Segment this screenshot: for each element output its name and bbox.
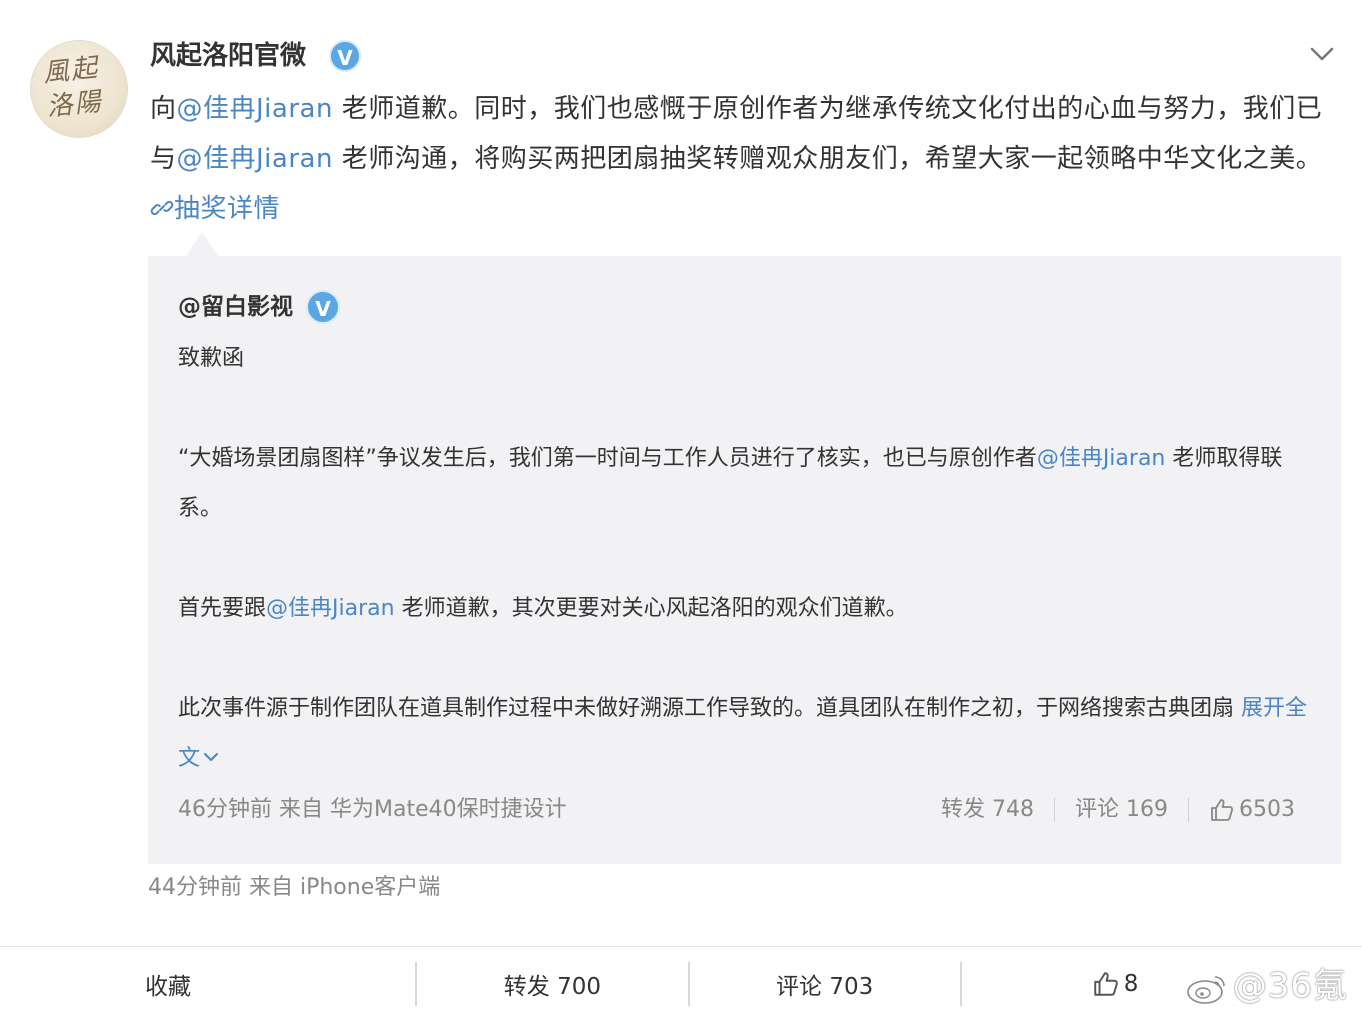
quoted-text: “大婚场景团扇图样”争议发生后，我们第一时间与工作人员进行了核实，也已与原创作者: [178, 446, 1037, 471]
watermark-text: @36氪: [1232, 966, 1348, 1006]
quoted-text: 此次事件源于制作团队在道具制作过程中未做好溯源工作导致的。道具团队在制作之初，于…: [178, 696, 1241, 721]
divider: [1188, 798, 1189, 822]
post-text-part3: 老师沟通，将购买两把团扇抽奖转赠观众朋友们，希望大家一起领略中华文化之美。: [332, 144, 1323, 174]
mention-link[interactable]: @佳冉Jiaran: [1037, 446, 1166, 471]
weibo-logo-icon: [1186, 975, 1225, 1004]
mention-link[interactable]: @佳冉Jiaran: [177, 94, 333, 124]
repost-button[interactable]: 转发 700: [417, 947, 687, 1020]
repost-label: 转发 700: [503, 973, 601, 1000]
quoted-meta: 46分钟前 来自 华为Mate40保时捷设计: [178, 797, 567, 822]
comment-label: 评论 703: [776, 973, 874, 1000]
link-icon: [150, 200, 174, 216]
favorite-button[interactable]: 收藏: [0, 947, 415, 1020]
thumbs-up-icon: [1211, 799, 1234, 821]
quoted-comment-button[interactable]: 评论 169: [1075, 790, 1168, 830]
mention-link[interactable]: @佳冉Jiaran: [266, 596, 395, 621]
post-meta: 44分钟前 来自 iPhone客户端: [148, 875, 441, 900]
quoted-text: 老师道歉，其次更要对关心风起洛阳的观众们道歉。: [394, 596, 908, 621]
author-name[interactable]: 风起洛阳官微: [150, 38, 306, 74]
post-text-part1: 向: [150, 94, 177, 124]
like-count: 8: [1123, 970, 1139, 997]
bottom-action-bar: 收藏 转发 700 评论 703 8: [0, 947, 1362, 1020]
favorite-label: 收藏: [145, 973, 191, 1000]
lottery-link-label[interactable]: 抽奖详情: [174, 194, 280, 224]
quoted-author[interactable]: @留白影视: [178, 290, 293, 324]
quoted-paragraph: 首先要跟@佳冉Jiaran 老师道歉，其次更要对关心风起洛阳的观众们道歉。: [178, 584, 1313, 634]
quote-pointer: [186, 232, 218, 256]
quoted-like-button[interactable]: 6503: [1209, 790, 1295, 830]
quoted-body: 致歉函 “大婚场景团扇图样”争议发生后，我们第一时间与工作人员进行了核实，也已与…: [178, 334, 1313, 784]
lottery-link[interactable]: 抽奖详情: [150, 194, 280, 224]
quoted-title: 致歉函: [178, 346, 245, 371]
mention-link[interactable]: @佳冉Jiaran: [177, 144, 333, 174]
quoted-paragraph: “大婚场景团扇图样”争议发生后，我们第一时间与工作人员进行了核实，也已与原创作者…: [178, 434, 1313, 534]
quoted-actions: 转发 748 评论 169 6503: [941, 790, 1295, 830]
quoted-like-count: 6503: [1239, 797, 1295, 822]
verified-badge-icon: V: [329, 40, 361, 72]
chevron-down-icon: [204, 753, 219, 761]
watermark: @36氪: [1185, 962, 1348, 1010]
quoted-text: 首先要跟: [178, 596, 267, 621]
thumbs-up-icon: [1094, 971, 1118, 996]
comment-button[interactable]: 评论 703: [690, 947, 960, 1020]
quoted-paragraph: 此次事件源于制作团队在道具制作过程中未做好溯源工作导致的。道具团队在制作之初，于…: [178, 684, 1313, 784]
verified-badge-icon: V: [306, 290, 340, 324]
post-text: 向@佳冉Jiaran 老师道歉。同时，我们也感慨于原创作者为继承传统文化付出的心…: [150, 84, 1340, 234]
avatar[interactable]: 風起洛陽: [30, 40, 128, 138]
quoted-repost-button[interactable]: 转发 748: [941, 790, 1034, 830]
chevron-down-icon[interactable]: [1308, 40, 1336, 68]
quoted-post[interactable]: @留白影视 V 致歉函 “大婚场景团扇图样”争议发生后，我们第一时间与工作人员进…: [148, 256, 1341, 864]
divider: [1054, 798, 1055, 822]
avatar-calligraphy: 風起洛陽: [41, 52, 105, 123]
